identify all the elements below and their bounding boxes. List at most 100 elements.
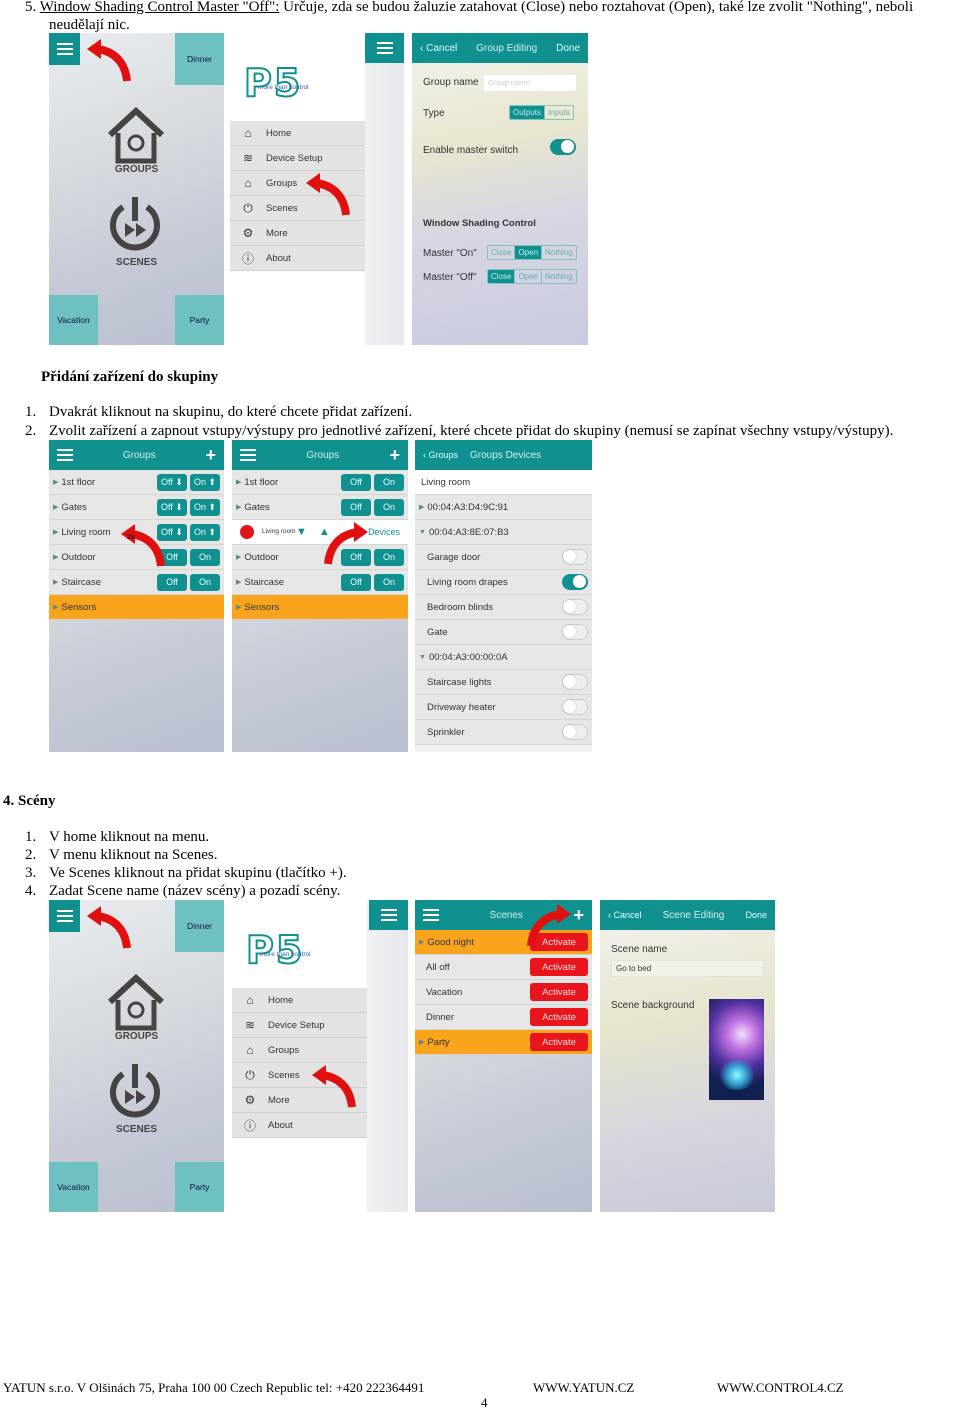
menu-item-more[interactable]: ⚙ More xyxy=(232,1088,367,1113)
back-button[interactable]: ‹ Groups xyxy=(423,450,458,460)
off-button[interactable]: Off xyxy=(157,573,187,591)
menu-item-groups[interactable]: ⌂ Groups xyxy=(230,171,365,196)
off-button[interactable]: Off ⬇ xyxy=(157,498,187,516)
scenes-label[interactable]: SCENES xyxy=(49,1124,224,1135)
device-toggle[interactable] xyxy=(562,624,588,640)
hamburger-icon[interactable] xyxy=(240,449,256,461)
group-row[interactable]: ▶ Staircase Off On xyxy=(232,570,408,595)
on-button[interactable]: On xyxy=(374,548,404,566)
activate-button[interactable]: Activate xyxy=(530,1033,588,1051)
close-option[interactable]: Close xyxy=(488,246,516,259)
menu-item-scenes[interactable]: ⏻ Scenes xyxy=(230,196,365,221)
scene-row[interactable]: Vacation Activate xyxy=(415,980,592,1005)
menu-button[interactable] xyxy=(365,33,404,63)
group-row[interactable]: ▶ Sensors xyxy=(49,595,224,620)
master-switch-toggle[interactable] xyxy=(550,139,576,155)
off-button[interactable]: Off xyxy=(341,548,371,566)
on-button[interactable]: On ⬆ xyxy=(190,498,220,516)
done-button[interactable]: Done xyxy=(745,910,767,920)
menu-item-about[interactable]: ⓘ About xyxy=(232,1113,367,1138)
add-scene-button[interactable]: + xyxy=(573,906,584,924)
on-button[interactable]: On ⬆ xyxy=(190,523,220,541)
device-toggle[interactable] xyxy=(562,699,588,715)
type-segmented-control[interactable]: Outputs Inputs xyxy=(509,105,574,120)
controller-row[interactable]: ▼ 00:04:A3:00:00:0A xyxy=(415,645,592,670)
controller-row[interactable]: ▼ 00:04:A3:8E:07:B3 xyxy=(415,520,592,545)
activate-button[interactable]: Activate xyxy=(530,958,588,976)
scene-row[interactable]: ▶ Party Activate xyxy=(415,1030,592,1055)
tile-dinner[interactable]: Dinner xyxy=(175,33,224,85)
scene-name-input[interactable]: Go to bed xyxy=(611,960,764,977)
scene-background-image[interactable] xyxy=(709,999,764,1100)
controller-row[interactable]: ▶ 00:04:A3:D4:9C:91 xyxy=(415,495,592,520)
off-button[interactable]: Off xyxy=(341,473,371,491)
master-on-segmented[interactable]: Close Open Nothing xyxy=(487,245,577,260)
scenes-label[interactable]: SCENES xyxy=(49,257,224,268)
tile-party[interactable]: Party xyxy=(175,295,224,345)
activate-button[interactable]: Activate xyxy=(530,983,588,1001)
outputs-option[interactable]: Outputs xyxy=(510,106,546,119)
device-toggle[interactable] xyxy=(562,724,588,740)
off-button[interactable]: Off xyxy=(341,498,371,516)
cancel-button[interactable]: ‹ Cancel xyxy=(608,910,642,920)
done-button[interactable]: Done xyxy=(556,43,580,54)
hamburger-icon[interactable] xyxy=(423,909,439,921)
menu-item-device-setup[interactable]: ≋ Device Setup xyxy=(232,1013,367,1038)
group-row-edit[interactable]: Living room ▼ ▲ Devices xyxy=(232,520,408,545)
group-row[interactable]: ▶ Outdoor Off On xyxy=(232,545,408,570)
group-row[interactable]: ▶ Outdoor Off On xyxy=(49,545,224,570)
group-row[interactable]: ▶ 1st floor Off On xyxy=(232,470,408,495)
tile-dinner[interactable]: Dinner xyxy=(175,900,224,952)
groups-label[interactable]: GROUPS xyxy=(49,1031,224,1042)
device-toggle[interactable] xyxy=(562,574,588,590)
on-button[interactable]: On xyxy=(374,473,404,491)
menu-button[interactable] xyxy=(369,900,408,930)
activate-button[interactable]: Activate xyxy=(530,1008,588,1026)
nothing-option[interactable]: Nothing xyxy=(542,246,576,259)
group-row[interactable]: ▶ Living room Off ⬇ On ⬆ xyxy=(49,520,224,545)
menu-item-device-setup[interactable]: ≋ Device Setup xyxy=(230,146,365,171)
device-toggle[interactable] xyxy=(562,549,588,565)
off-button[interactable]: Off xyxy=(341,573,371,591)
master-off-segmented[interactable]: Close Open Nothing xyxy=(487,269,577,284)
off-button[interactable]: Off ⬇ xyxy=(157,523,187,541)
menu-item-scenes[interactable]: ⏻ Scenes xyxy=(232,1063,367,1088)
scene-row[interactable]: Dinner Activate xyxy=(415,1005,592,1030)
delete-icon[interactable] xyxy=(240,525,254,539)
devices-button[interactable]: Devices xyxy=(368,527,400,537)
open-option[interactable]: Open xyxy=(515,246,543,259)
nothing-option[interactable]: Nothing xyxy=(542,270,576,283)
add-group-button[interactable]: + xyxy=(205,446,216,464)
activate-button[interactable]: Activate xyxy=(530,933,588,951)
scene-row[interactable]: ▶ Good night Activate xyxy=(415,930,592,955)
move-up-icon[interactable]: ▲ xyxy=(319,526,330,538)
inputs-option[interactable]: Inputs xyxy=(545,106,573,119)
off-button[interactable]: Off ⬇ xyxy=(157,473,187,491)
menu-item-home[interactable]: ⌂ Home xyxy=(232,988,367,1013)
open-option[interactable]: Open xyxy=(515,270,543,283)
device-toggle[interactable] xyxy=(562,599,588,615)
on-button[interactable]: On xyxy=(374,573,404,591)
menu-button[interactable] xyxy=(49,33,80,65)
device-toggle[interactable] xyxy=(562,674,588,690)
on-button[interactable]: On ⬆ xyxy=(190,473,220,491)
on-button[interactable]: On xyxy=(374,498,404,516)
tile-party[interactable]: Party xyxy=(175,1162,224,1212)
add-group-button[interactable]: + xyxy=(389,446,400,464)
off-button[interactable]: Off xyxy=(157,548,187,566)
menu-button[interactable] xyxy=(49,900,80,932)
menu-item-home[interactable]: ⌂ Home xyxy=(230,121,365,146)
menu-item-about[interactable]: ⓘ About xyxy=(230,246,365,271)
group-row[interactable]: ▶ Gates Off On xyxy=(232,495,408,520)
cancel-button[interactable]: ‹ Cancel xyxy=(420,43,457,54)
tile-vacation[interactable]: Vacation xyxy=(49,295,98,345)
group-name-input[interactable]: Group name xyxy=(484,75,576,91)
group-row[interactable]: ▶ 1st floor Off ⬇ On ⬆ xyxy=(49,470,224,495)
groups-label[interactable]: GROUPS xyxy=(49,164,224,175)
close-option[interactable]: Close xyxy=(488,270,516,283)
hamburger-icon[interactable] xyxy=(57,449,73,461)
on-button[interactable]: On xyxy=(190,548,220,566)
tile-vacation[interactable]: Vacation xyxy=(49,1162,98,1212)
menu-item-groups[interactable]: ⌂ Groups xyxy=(232,1038,367,1063)
group-row[interactable]: ▶ Staircase Off On xyxy=(49,570,224,595)
